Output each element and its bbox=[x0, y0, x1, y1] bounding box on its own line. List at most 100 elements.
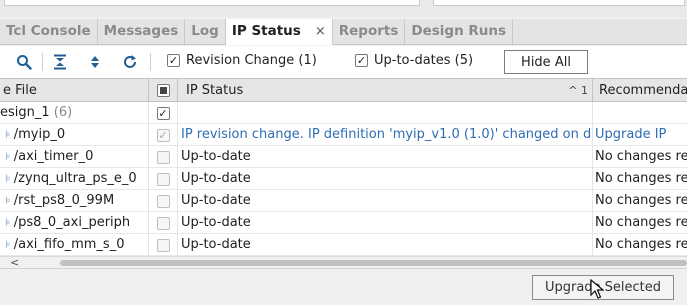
group-checkbox[interactable]: ✓ bbox=[156, 106, 170, 120]
status-cell: IP revision change. IP definition 'myip_… bbox=[178, 124, 593, 146]
up-to-dates-filter[interactable]: ✓ Up-to-dates (5) bbox=[355, 53, 473, 68]
close-icon[interactable]: × bbox=[315, 24, 326, 39]
tab-label: Messages bbox=[103, 23, 179, 39]
tab-tcl-console[interactable]: Tcl Console bbox=[0, 19, 98, 45]
status-cell: Up-to-date bbox=[178, 146, 593, 168]
ip-status-header-label: IP Status bbox=[186, 83, 244, 98]
group-status-cell bbox=[178, 102, 593, 124]
tree-connector-icon: ⊧ bbox=[5, 128, 11, 141]
recommendation-cell: No changes re bbox=[595, 149, 687, 164]
column-header-recommendation[interactable]: Recommenda bbox=[593, 79, 687, 102]
row-checkbox[interactable] bbox=[156, 238, 170, 252]
refresh-icon[interactable] bbox=[121, 53, 139, 71]
file-cell: ⊧/axi_timer_0 bbox=[0, 146, 149, 168]
status-cell: Up-to-date bbox=[178, 212, 593, 234]
group-count: (6) bbox=[53, 105, 73, 120]
revision-change-checkbox[interactable]: ✓ bbox=[167, 54, 180, 67]
column-header-file[interactable]: e File bbox=[0, 79, 149, 102]
select-cell: ✓ bbox=[149, 124, 178, 146]
select-cell bbox=[149, 212, 178, 234]
up-to-dates-checkbox[interactable]: ✓ bbox=[355, 54, 368, 67]
row-checkbox[interactable] bbox=[156, 194, 170, 208]
table-header: e File IP Status ^ 1 Recommenda bbox=[0, 78, 687, 102]
status-cell: Up-to-date bbox=[178, 234, 593, 256]
footer-bar: Upgrade Selected bbox=[0, 268, 687, 305]
mouse-cursor-icon bbox=[590, 279, 604, 299]
file-name: /rst_ps8_0_99M bbox=[13, 193, 115, 208]
file-name: /axi_fifo_mm_s_0 bbox=[13, 237, 125, 252]
tab-label: Log bbox=[191, 23, 219, 39]
file-cell: ⊧/ps8_0_axi_periph bbox=[0, 212, 149, 234]
toolbar-separator bbox=[42, 53, 43, 71]
recommendation-cell: No changes re bbox=[595, 215, 687, 230]
revision-change-label: Revision Change (1) bbox=[186, 53, 317, 68]
file-cell: ⊧/zynq_ultra_ps_e_0 bbox=[0, 168, 149, 190]
ip-status-toolbar: ✓ Revision Change (1) ✓ Up-to-dates (5) … bbox=[0, 46, 687, 78]
group-name: esign_1 bbox=[0, 105, 50, 120]
file-name: /zynq_ultra_ps_e_0 bbox=[13, 171, 137, 186]
select-cell bbox=[149, 146, 178, 168]
select-cell bbox=[149, 168, 178, 190]
tab-design-runs[interactable]: Design Runs bbox=[405, 19, 514, 45]
table-row[interactable]: ⊧/axi_fifo_mm_s_0 Up-to-date No changes re bbox=[0, 234, 687, 256]
tab-label: Design Runs bbox=[411, 23, 507, 39]
hide-all-button[interactable]: Hide All bbox=[504, 50, 588, 74]
expand-all-icon[interactable] bbox=[86, 53, 104, 71]
tree-connector-icon: ⊧ bbox=[5, 172, 11, 185]
group-recommendation-cell bbox=[593, 102, 687, 124]
tab-reports[interactable]: Reports bbox=[333, 19, 406, 45]
recommendation-cell[interactable]: Upgrade IP bbox=[593, 124, 687, 146]
recommendation-cell: No changes re bbox=[595, 237, 687, 252]
table-row[interactable]: ⊧/zynq_ultra_ps_e_0 Up-to-date No changes … bbox=[0, 168, 687, 190]
file-cell: ⊧/axi_fifo_mm_s_0 bbox=[0, 234, 149, 256]
row-checkbox[interactable] bbox=[156, 216, 170, 230]
tab-label: Reports bbox=[338, 23, 399, 39]
search-icon[interactable] bbox=[15, 53, 33, 71]
toolbar-separator bbox=[150, 53, 151, 71]
tab-label: Tcl Console bbox=[6, 23, 91, 39]
sort-ascending-icon: ^ 1 bbox=[568, 84, 588, 97]
file-cell: ⊧/myip_0 bbox=[0, 124, 149, 146]
top-panel-left bbox=[4, 0, 420, 6]
tab-messages[interactable]: Messages bbox=[98, 19, 186, 45]
file-cell: ⊧/rst_ps8_0_99M bbox=[0, 190, 149, 212]
tab-log[interactable]: Log bbox=[185, 19, 226, 45]
status-cell: Up-to-date bbox=[178, 168, 593, 190]
file-name: /myip_0 bbox=[13, 127, 66, 142]
status-cell: Up-to-date bbox=[178, 190, 593, 212]
table-row[interactable]: ⊧/ps8_0_axi_periph Up-to-date No changes r… bbox=[0, 212, 687, 234]
group-name-cell: esign_1 (6) bbox=[0, 102, 149, 124]
tab-ip-status[interactable]: IP Status × bbox=[225, 19, 333, 45]
select-cell bbox=[149, 234, 178, 256]
group-checkbox-cell: ✓ bbox=[149, 102, 178, 124]
table-row[interactable]: ⊧/rst_ps8_0_99M Up-to-date No changes re bbox=[0, 190, 687, 212]
tree-connector-icon: ⊧ bbox=[5, 150, 11, 163]
recommendation-cell: No changes re bbox=[595, 171, 687, 186]
tree-connector-icon: ⊧ bbox=[5, 238, 11, 251]
tab-bar: Tcl Console Messages Log IP Status × Reports D… bbox=[0, 19, 687, 45]
table-row[interactable]: ⊧/axi_timer_0 Up-to-date No changes re bbox=[0, 146, 687, 168]
tab-label: IP Status bbox=[231, 23, 301, 39]
recommendation-cell: No changes re bbox=[595, 193, 687, 208]
top-panel-right bbox=[433, 0, 685, 6]
ip-status-table: e File IP Status ^ 1 Recommenda esign_1 … bbox=[0, 78, 687, 256]
row-checkbox[interactable] bbox=[156, 172, 170, 186]
table-row[interactable]: ⊧/myip_0 ✓ IP revision change. IP definiti… bbox=[0, 124, 687, 146]
row-checkbox[interactable]: ✓ bbox=[156, 128, 170, 142]
collapse-all-icon[interactable] bbox=[51, 53, 69, 71]
table-row-group[interactable]: esign_1 (6) ✓ bbox=[0, 102, 687, 124]
top-panel-strip bbox=[0, 0, 687, 17]
column-header-select-all[interactable] bbox=[149, 79, 178, 102]
select-cell bbox=[149, 190, 178, 212]
file-name: /axi_timer_0 bbox=[13, 149, 94, 164]
tree-connector-icon: ⊧ bbox=[5, 216, 11, 229]
select-all-checkbox[interactable] bbox=[156, 84, 170, 97]
tree-connector-icon: ⊧ bbox=[5, 194, 11, 207]
row-checkbox[interactable] bbox=[156, 150, 170, 164]
file-name: /ps8_0_axi_periph bbox=[13, 215, 131, 230]
column-header-ip-status[interactable]: IP Status ^ 1 bbox=[178, 79, 593, 102]
horizontal-scrollbar[interactable]: < bbox=[0, 256, 687, 269]
scrollbar-thumb[interactable] bbox=[60, 260, 687, 266]
revision-change-filter[interactable]: ✓ Revision Change (1) bbox=[167, 53, 317, 68]
up-to-dates-label: Up-to-dates (5) bbox=[374, 53, 474, 68]
